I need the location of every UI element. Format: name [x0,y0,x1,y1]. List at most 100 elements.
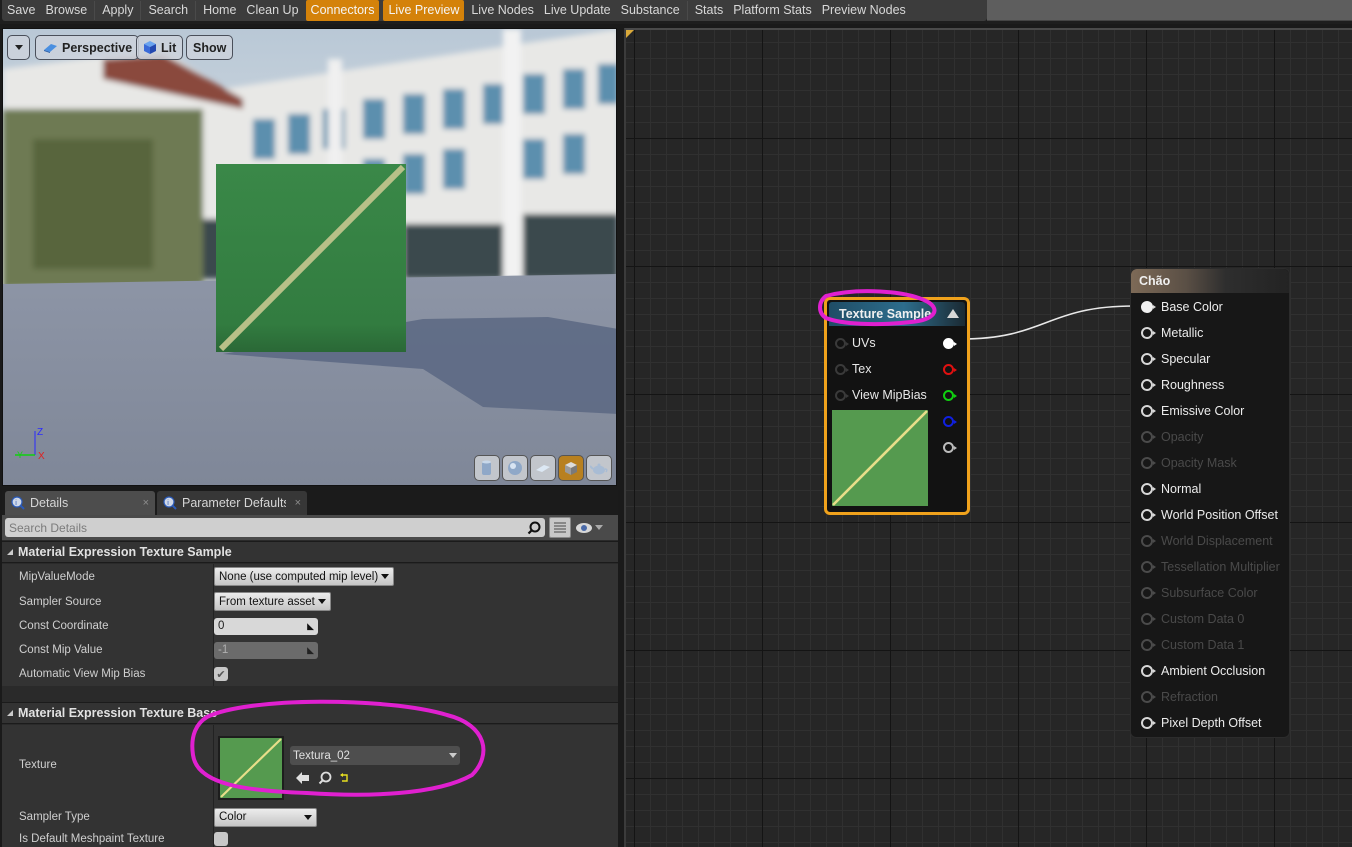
material-pin-metallic[interactable]: Metallic [1141,326,1203,340]
close-tab-icon[interactable]: × [143,497,149,509]
section-title: Material Expression Texture Base [18,706,218,720]
prop-value: -1 ◣ [214,641,318,659]
prop-label: Sampler Source [2,589,214,614]
tab-parameter-defaults[interactable]: i Parameter Defaults × [157,491,307,515]
toolbar-clean-up-button[interactable]: Clean Up [241,0,303,21]
pin-label: Refraction [1161,690,1218,704]
toolbar-apply-button[interactable]: Apply [97,0,138,21]
material-pin-world-position-offset[interactable]: World Position Offset [1141,508,1278,522]
material-pin-world-displacement[interactable]: World Displacement [1141,534,1273,548]
material-pin-custom-data-1[interactable]: Custom Data 1 [1141,638,1244,652]
preview-teapot-button[interactable] [586,455,612,481]
const-mip-value-input[interactable]: -1 ◣ [214,641,318,659]
material-pin-emissive-color[interactable]: Emissive Color [1141,404,1244,418]
preview-cube-button[interactable] [558,455,584,481]
material-pin-ambient-occlusion[interactable]: Ambient Occlusion [1141,664,1265,678]
mip-value-mode-dropdown[interactable]: None (use computed mip level) [214,567,395,586]
reset-to-default-icon[interactable] [340,773,350,783]
material-pin-pixel-depth-offset[interactable]: Pixel Depth Offset [1141,716,1262,730]
preview-plane-button[interactable] [530,455,556,481]
toolbar-live-nodes-button[interactable]: Live Nodes [466,0,539,21]
texture-sample-node-title[interactable]: Texture Sample [829,302,965,326]
preview-sphere-button[interactable] [502,455,528,481]
material-node-title[interactable]: Chão [1131,269,1289,293]
toolbar-substance-button[interactable]: Substance [616,0,685,21]
material-pin-opacity-mask[interactable]: Opacity Mask [1141,456,1237,470]
toolbar-preview-nodes-button[interactable]: Preview Nodes [817,0,911,21]
material-pin-base-color[interactable]: Base Color [1141,300,1223,314]
preview-shape-toolbar [474,455,612,481]
material-pin-refraction[interactable]: Refraction [1141,690,1218,704]
input-pin-view-mipbias[interactable]: View MipBias [835,388,927,402]
const-coordinate-input[interactable]: 0 ◣ [214,617,318,635]
sampler-source-dropdown[interactable]: From texture asset [214,592,331,611]
pin-label: Opacity Mask [1161,456,1237,470]
chevron-down-icon [14,45,23,50]
toolbar-search-button[interactable]: Search [143,0,193,21]
toolbar-browse-button[interactable]: Browse [41,0,93,21]
sampler-type-dropdown[interactable]: Color [214,807,317,827]
view-options-button[interactable] [575,522,603,534]
prop-label: Sampler Type [2,805,214,829]
prop-label: MipValueMode [2,564,214,589]
texture-sample-node[interactable]: Texture Sample UVs Tex View MipBias [824,297,970,515]
material-pin-normal[interactable]: Normal [1141,482,1201,496]
prop-mip-value-mode: MipValueMode None (use computed mip leve… [2,564,618,589]
output-pin-rgb[interactable] [943,338,957,349]
section-texture-sample[interactable]: Material Expression Texture Sample [2,541,618,563]
material-pin-custom-data-0[interactable]: Custom Data 0 [1141,612,1244,626]
automatic-view-mip-bias-checkbox[interactable]: ✔ [214,667,228,681]
toolbar-stats-button[interactable]: Stats [690,0,729,21]
checkmark-icon: ✔ [216,668,226,681]
spin-drag-icon[interactable]: ◣ [307,621,314,632]
output-pin-r[interactable] [943,364,957,375]
cube-icon [565,462,577,475]
preview-viewport[interactable]: Perspective Lit Show Z X Y [2,28,617,486]
material-result-node[interactable]: Chão Base Color Metallic Specular Roughness… [1130,268,1290,738]
material-pin-specular[interactable]: Specular [1141,352,1210,366]
toolbar-platform-stats-button[interactable]: Platform Stats [728,0,817,21]
pin-label: Custom Data 1 [1161,638,1245,652]
perspective-label: Perspective [62,40,133,55]
property-matrix-button[interactable] [549,517,571,538]
collapse-node-icon[interactable] [947,309,959,318]
toolbar-live-update-button[interactable]: Live Update [539,0,616,21]
section-texture-base[interactable]: Material Expression Texture Base [2,702,618,724]
material-pin-roughness[interactable]: Roughness [1141,378,1224,392]
dropdown-value: None (use computed mip level) [219,570,379,583]
prop-value: 0 ◣ [214,617,318,635]
output-pin-g[interactable] [943,390,957,401]
show-button[interactable]: Show [186,35,234,60]
output-pin-b[interactable] [943,416,957,427]
browse-search-icon[interactable] [318,771,332,785]
toolbar-save-button[interactable]: Save [2,0,41,21]
input-pin-tex[interactable]: Tex [835,362,871,376]
perspective-button[interactable]: Perspective [35,35,140,60]
input-value: 0 [218,620,225,632]
search-details-input[interactable]: Search Details [5,518,545,537]
material-pin-opacity[interactable]: Opacity [1141,430,1203,444]
spin-drag-icon[interactable]: ◣ [307,645,314,656]
sphere-icon [508,461,522,475]
texture-asset-dropdown[interactable]: Textura_02 [290,746,460,765]
texture-thumbnail[interactable] [218,736,284,800]
preview-cylinder-button[interactable] [474,455,500,481]
chevron-down-icon [595,525,603,530]
material-pin-subsurface-color[interactable]: Subsurface Color [1141,586,1258,600]
output-pin-a[interactable] [943,442,957,453]
material-graph-canvas[interactable]: Texture Sample UVs Tex View MipBias Chão… [624,28,1352,847]
toolbar-live-preview-button[interactable]: Live Preview [383,0,465,21]
close-tab-icon[interactable]: × [295,497,301,509]
material-pin-tessellation-multiplier[interactable]: Tessellation Multiplier [1141,560,1280,574]
is-default-meshpaint-checkbox[interactable] [214,832,228,846]
toolbar-connectors-button[interactable]: Connectors [305,0,380,21]
input-pin-uvs[interactable]: UVs [835,336,876,350]
use-selected-arrow-icon[interactable] [296,772,310,784]
lit-button[interactable]: Lit [136,35,184,60]
prop-texture: Texture Textura_02 [2,725,618,805]
toolbar-separator [94,1,96,20]
tab-details[interactable]: i Details × [5,491,155,515]
viewport-options-button[interactable] [7,35,30,60]
input-pin-icon [1141,613,1156,625]
toolbar-home-button[interactable]: Home [198,0,241,21]
